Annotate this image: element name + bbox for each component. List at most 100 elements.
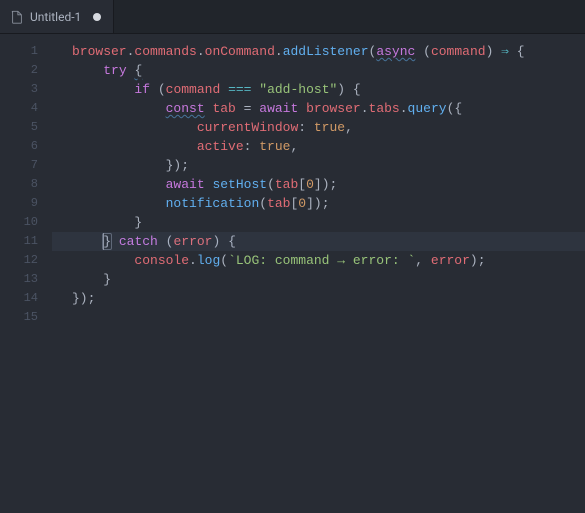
- token-pn: [72, 82, 134, 97]
- code-line[interactable]: await setHost(tab[0]);: [52, 175, 585, 194]
- token-id: currentWindow: [197, 120, 298, 135]
- code-line[interactable]: });: [52, 289, 585, 308]
- token-pn: }: [72, 272, 111, 287]
- editor-tab-untitled[interactable]: Untitled-1: [0, 0, 114, 33]
- token-id: browser: [72, 44, 127, 59]
- code-line[interactable]: console.log(`LOG: command → error: `, er…: [52, 251, 585, 270]
- token-pn: [72, 253, 134, 268]
- token-id: commands: [134, 44, 196, 59]
- token-pn: (: [415, 44, 431, 59]
- code-content[interactable]: browser.commands.onCommand.addListener(a…: [52, 34, 585, 513]
- code-editor[interactable]: 123456789101112131415 browser.commands.o…: [0, 34, 585, 513]
- token-kw: try: [103, 63, 126, 78]
- token-pn: );: [470, 253, 486, 268]
- token-pn: (: [259, 196, 267, 211]
- token-id: tab: [212, 101, 235, 116]
- line-number: 11: [0, 232, 52, 251]
- token-pn: ({: [447, 101, 463, 116]
- dirty-indicator-icon: [93, 13, 101, 21]
- code-line[interactable]: browser.commands.onCommand.addListener(a…: [52, 42, 585, 61]
- line-number: 10: [0, 213, 52, 232]
- token-pn: {: [134, 63, 142, 78]
- token-id: active: [197, 139, 244, 154]
- line-number: 1: [0, 42, 52, 61]
- token-id: tab: [275, 177, 298, 192]
- token-id: error: [431, 253, 470, 268]
- line-number: 5: [0, 118, 52, 137]
- token-num: true: [314, 120, 345, 135]
- code-line[interactable]: active: true,: [52, 137, 585, 156]
- token-kw: if: [134, 82, 150, 97]
- token-pn: :: [244, 139, 260, 154]
- token-pn: [72, 101, 166, 116]
- token-pn: ]);: [306, 196, 329, 211]
- token-pn: :: [298, 120, 314, 135]
- token-pn: ,: [415, 253, 431, 268]
- token-id: command: [431, 44, 486, 59]
- line-number: 9: [0, 194, 52, 213]
- token-op: ===: [228, 82, 251, 97]
- token-op: ⇒: [501, 44, 509, 59]
- line-number: 4: [0, 99, 52, 118]
- token-pn: [72, 139, 197, 154]
- file-icon: [10, 10, 24, 24]
- token-str: "add-host": [259, 82, 337, 97]
- token-pn: (: [220, 253, 228, 268]
- line-number: 8: [0, 175, 52, 194]
- token-pn: });: [72, 158, 189, 173]
- token-kw: await: [166, 177, 205, 192]
- code-line[interactable]: const tab = await browser.tabs.query({: [52, 99, 585, 118]
- token-id: onCommand: [205, 44, 275, 59]
- line-number: 14: [0, 289, 52, 308]
- token-str: `LOG: command → error: `: [228, 253, 415, 268]
- code-line[interactable]: notification(tab[0]);: [52, 194, 585, 213]
- token-pn: ,: [345, 120, 353, 135]
- token-fn: query: [408, 101, 447, 116]
- line-number: 2: [0, 61, 52, 80]
- tab-bar: Untitled-1: [0, 0, 585, 34]
- token-pn: ): [486, 44, 502, 59]
- token-pn: });: [72, 291, 95, 306]
- token-pn: (: [267, 177, 275, 192]
- token-pn: .: [361, 101, 369, 116]
- line-number: 13: [0, 270, 52, 289]
- text-cursor: [103, 233, 104, 250]
- token-pn: [72, 120, 197, 135]
- line-number: 6: [0, 137, 52, 156]
- code-line[interactable]: try {: [52, 61, 585, 80]
- token-id: command: [166, 82, 221, 97]
- token-fn: log: [197, 253, 220, 268]
- line-number: 3: [0, 80, 52, 99]
- token-id: tab: [267, 196, 290, 211]
- token-id: browser: [306, 101, 361, 116]
- line-number: 15: [0, 308, 52, 327]
- token-pn: ,: [290, 139, 298, 154]
- tab-title: Untitled-1: [30, 10, 81, 24]
- token-num: 0: [306, 177, 314, 192]
- token-fn: setHost: [212, 177, 267, 192]
- token-pn: ]);: [314, 177, 337, 192]
- token-pn: [: [298, 177, 306, 192]
- code-line[interactable]: currentWindow: true,: [52, 118, 585, 137]
- code-line[interactable]: if (command === "add-host") {: [52, 80, 585, 99]
- line-number: 7: [0, 156, 52, 175]
- token-pn: (: [150, 82, 166, 97]
- code-line[interactable]: [52, 308, 585, 327]
- token-pn: [298, 101, 306, 116]
- token-pn: }: [72, 215, 142, 230]
- active-line-highlight: [52, 232, 585, 251]
- token-num: 0: [298, 196, 306, 211]
- token-pn: =: [236, 101, 259, 116]
- code-line[interactable]: });: [52, 156, 585, 175]
- token-pn: .: [189, 253, 197, 268]
- token-pn: .: [400, 101, 408, 116]
- token-fn: notification: [166, 196, 260, 211]
- token-id: console: [134, 253, 189, 268]
- token-pn: .: [197, 44, 205, 59]
- token-pn: [72, 63, 103, 78]
- token-pn: .: [275, 44, 283, 59]
- code-line[interactable]: }: [52, 213, 585, 232]
- token-kw: await: [259, 101, 298, 116]
- code-line[interactable]: }: [52, 270, 585, 289]
- token-num: true: [259, 139, 290, 154]
